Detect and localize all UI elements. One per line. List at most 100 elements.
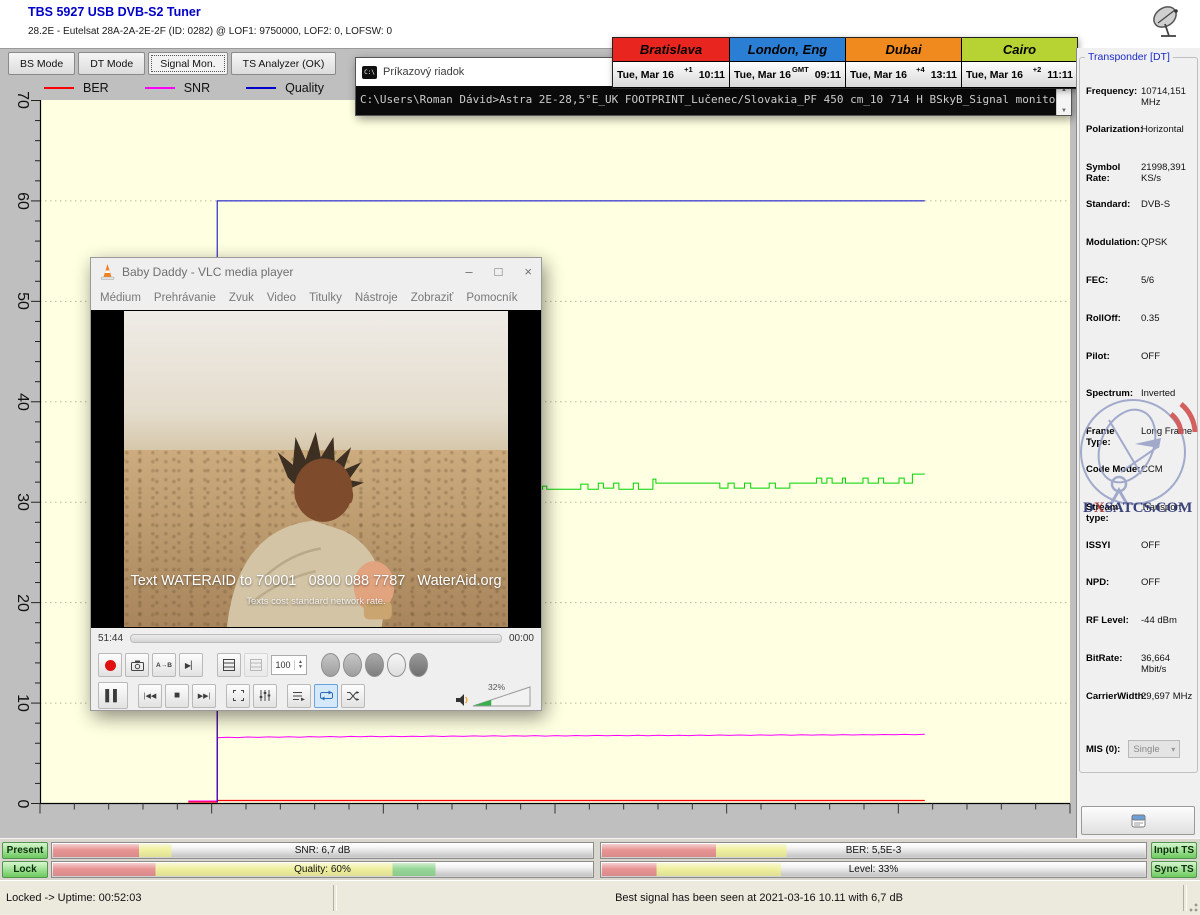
tbs-tuner-app: { "colors":{ "accent_blue":"#0000c8","ch…	[0, 0, 1200, 914]
scroll-down-icon[interactable]: ▼	[1061, 108, 1067, 114]
volume-percent: 32%	[488, 682, 505, 692]
vlc-titlebar[interactable]: Baby Daddy - VLC media player – □ ×	[91, 258, 541, 285]
sidebar-tool-button[interactable]	[1081, 806, 1195, 835]
transponder-group-title: Transponder [DT]	[1085, 51, 1173, 63]
cmd-scrollbar[interactable]: ▲ ▼	[1056, 86, 1071, 115]
loop-button[interactable]	[314, 684, 338, 708]
field-value: -44 dBm	[1141, 615, 1177, 626]
clock-date: Tue, Mar 16	[734, 69, 791, 81]
ab-loop-button[interactable]: A→B	[152, 653, 176, 677]
spin-down-icon[interactable]: ▼	[298, 665, 303, 670]
docked-playlist-button[interactable]	[217, 653, 241, 677]
fullscreen-button[interactable]	[226, 684, 250, 708]
vlc-title: Baby Daddy - VLC media player	[122, 265, 293, 279]
best-signal-status: Best signal has been seen at 2021-03-16 …	[336, 881, 1182, 915]
menu-view[interactable]: Zobraziť	[411, 292, 454, 304]
signal-meters-panel: Present SNR: 6,7 dB BER: 5,5E-3 Input TS…	[0, 838, 1200, 881]
spinner-arrows[interactable]: ▲▼	[294, 660, 306, 670]
clock-utc-offset: +4	[916, 65, 925, 74]
field-value: 21998,391 KS/s	[1141, 162, 1196, 184]
tab-ts-analyzer[interactable]: TS Analyzer (OK)	[231, 52, 337, 75]
extended-settings-button[interactable]	[253, 684, 277, 708]
menu-audio[interactable]: Zvuk	[229, 292, 254, 304]
menu-playback[interactable]: Prehrávanie	[154, 292, 216, 304]
legend-item-ber: BER	[44, 81, 109, 95]
row-standard: Standard:DVB-S	[1086, 199, 1196, 237]
menu-help[interactable]: Pomocník	[466, 292, 517, 304]
frame-by-frame-button[interactable]: ▶▏	[179, 653, 203, 677]
total-time: 00:00	[509, 633, 534, 644]
transponder-sidebar: Transponder [DT] Frequency:10714,151 MHz…	[1076, 48, 1200, 838]
clock-date: Tue, Mar 16	[617, 69, 674, 81]
clock-city: Cairo	[962, 38, 1077, 62]
tab-signal-mon[interactable]: Signal Mon.	[148, 52, 227, 75]
video-frame: Text WATERAID to 70001 0800 088 7787 Wat…	[124, 311, 508, 627]
shuffle-button[interactable]	[341, 684, 365, 708]
menu-subtitles[interactable]: Titulky	[309, 292, 342, 304]
satellite-dish-icon	[1148, 3, 1186, 43]
input-ts-button[interactable]: Input TS	[1151, 842, 1197, 859]
next-button[interactable]: ▶▶|	[192, 684, 216, 708]
docked-playlist-button-2[interactable]	[244, 653, 268, 677]
y-axis-label: 40	[13, 393, 31, 411]
tab-bs-mode[interactable]: BS Mode	[8, 52, 75, 75]
lock-indicator: Lock	[2, 861, 48, 878]
field-label: Symbol Rate:	[1086, 162, 1141, 184]
field-value: Inverted	[1141, 388, 1175, 399]
clock-time: 10:11	[699, 69, 725, 81]
toggle-oval-3[interactable]	[365, 653, 384, 677]
stop-button[interactable]: ■	[165, 684, 189, 708]
resize-grip[interactable]	[1186, 900, 1198, 912]
field-value: Long Frame	[1141, 426, 1192, 437]
present-indicator: Present	[2, 842, 48, 859]
filmstrip-icon	[250, 659, 262, 671]
y-axis-label: 70	[13, 92, 31, 110]
menu-tools[interactable]: Nástroje	[355, 292, 398, 304]
maximize-icon[interactable]: □	[495, 264, 503, 279]
clock-utc-offset: +1	[684, 65, 693, 74]
toggle-oval-4[interactable]	[387, 653, 406, 677]
clock-utc-offset: GMT	[792, 65, 809, 74]
toggle-oval-1[interactable]	[321, 653, 340, 677]
vlc-video-area[interactable]: Text WATERAID to 70001 0800 088 7787 Wat…	[91, 310, 541, 628]
menu-medium[interactable]: Médium	[100, 292, 141, 304]
row-rolloff: RollOff:0.35	[1086, 313, 1196, 351]
playlist-button[interactable]	[287, 684, 311, 708]
minimize-icon[interactable]: –	[465, 264, 472, 279]
row-frequency: Frequency:10714,151 MHz	[1086, 86, 1196, 124]
previous-button[interactable]: |◀◀	[138, 684, 162, 708]
loop-icon	[320, 690, 333, 701]
row-modulation: Modulation:QPSK	[1086, 237, 1196, 275]
mis-select[interactable]: Single ▾	[1128, 740, 1180, 758]
playlist-icon	[293, 691, 305, 701]
mode-tabs: BS Mode DT Mode Signal Mon. TS Analyzer …	[8, 52, 336, 74]
pause-button[interactable]: ▌▌	[98, 682, 128, 709]
quality-meter: Quality: 60%	[51, 861, 594, 878]
filmstrip-icon	[223, 659, 235, 671]
sync-ts-button[interactable]: Sync TS	[1151, 861, 1197, 878]
legend-label-quality: Quality	[285, 81, 324, 95]
clock-time: 09:11	[815, 69, 841, 81]
field-value: 5/6	[1141, 275, 1154, 286]
fullscreen-icon	[233, 690, 244, 701]
video-overlay-subtext: Texts cost standard network rate.	[124, 596, 508, 607]
tab-dt-mode[interactable]: DT Mode	[78, 52, 145, 75]
toggle-oval-2[interactable]	[343, 653, 362, 677]
toggle-oval-5[interactable]	[409, 653, 428, 677]
clock-dubai: Dubai Tue, Mar 16 +4 13:11	[845, 38, 961, 88]
row-frame-type: Frame Type:Long Frame	[1086, 426, 1196, 464]
close-icon[interactable]: ×	[524, 264, 532, 279]
clock-cairo: Cairo Tue, Mar 16 +2 11:11	[961, 38, 1077, 88]
vlc-cone-icon	[100, 264, 115, 280]
snapshot-button[interactable]	[125, 653, 149, 677]
menu-video[interactable]: Video	[267, 292, 296, 304]
field-label: Modulation:	[1086, 237, 1141, 248]
volume-control[interactable]: 32%	[456, 685, 531, 707]
y-axis-label: 20	[13, 594, 31, 612]
seek-slider[interactable]	[130, 634, 502, 643]
record-button[interactable]	[98, 653, 122, 677]
speed-spinner[interactable]: 100 ▲▼	[271, 655, 307, 675]
clock-date: Tue, Mar 16	[966, 69, 1023, 81]
world-clocks-panel: Bratislava Tue, Mar 16 +1 10:11 London, …	[612, 37, 1078, 89]
field-label: Pilot:	[1086, 351, 1141, 362]
